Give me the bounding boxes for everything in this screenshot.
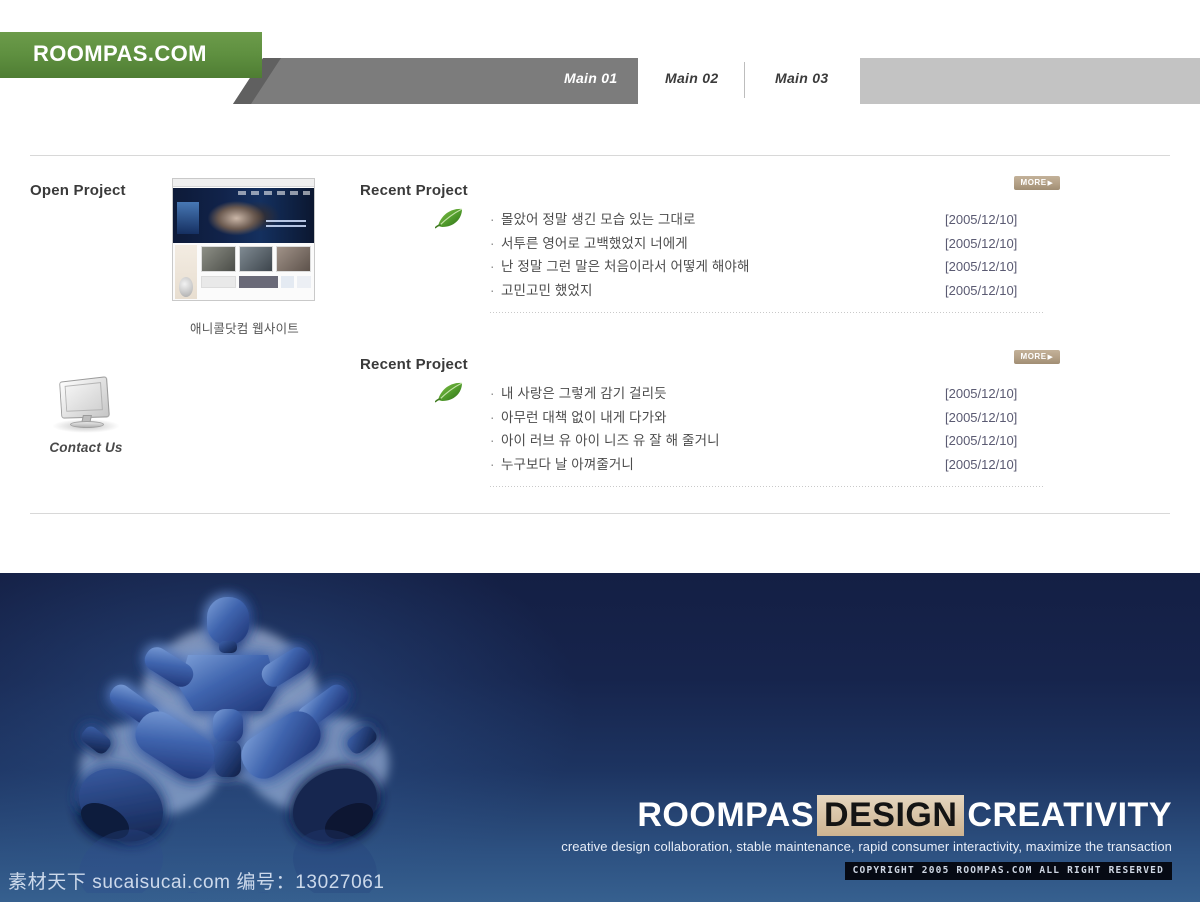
nav-right-block (860, 58, 1200, 104)
monitor-icon-screen (59, 376, 110, 419)
list-item-text: 아이 러브 유 아이 니즈 유 잘 해 줄거니 (501, 433, 720, 448)
list-item-date: [2005/12/10] (945, 456, 1018, 472)
monitor-icon (30, 375, 142, 437)
thumbnail-banner-row (201, 276, 312, 288)
nav-item-main-03[interactable]: Main 03 (775, 70, 828, 86)
section-title: Recent Project (360, 182, 468, 199)
site-header: ROOMPAS.COM Main 01 Main 02 Main 03 (0, 0, 1200, 140)
brand-post: CREATIVITY (967, 796, 1172, 834)
project-list: · 내 사랑은 그렇게 감기 걸리듯 · 아무런 대책 없이 내게 다가와 · 아이 … (490, 382, 920, 476)
bullet: · (490, 235, 495, 251)
bullet: · (490, 433, 495, 448)
list-item-text: 고민고민 했었지 (501, 282, 593, 298)
site-footer: ROOMPAS DESIGN CREATIVITY creative design … (0, 573, 1200, 902)
list-item-text: 서투른 영어로 고백했었지 너에게 (501, 235, 688, 251)
list-item-date: [2005/12/10] (945, 259, 1018, 274)
thumbnail-hero-sidebar (177, 202, 199, 234)
brand-tagline: creative design collaboration, stable ma… (561, 839, 1172, 854)
more-button-label: MORE (1020, 178, 1047, 187)
list-item-text: 난 정말 그런 말은 처음이라서 어떻게 해야해 (501, 259, 750, 274)
more-button-label: MORE (1020, 352, 1047, 361)
list-item[interactable]: · 내 사랑은 그렇게 감기 걸리듯 (490, 382, 920, 406)
thumbnail-banner (201, 276, 236, 288)
divider-bottom (30, 513, 1170, 514)
footer-brand: ROOMPAS DESIGN CREATIVITY creative design … (561, 795, 1172, 880)
thumbnail-phone-image (179, 277, 193, 297)
thumbnail-caption: 애니콜닷컴 웹사이트 (190, 322, 299, 336)
bullet: · (490, 386, 495, 401)
divider-top (30, 155, 1170, 156)
list-item[interactable]: · 서투른 영어로 고백했었지 너에게 (490, 232, 920, 256)
nav-item-main-02[interactable]: Main 02 (665, 70, 718, 86)
more-button[interactable]: MORE▶ (1014, 176, 1060, 190)
list-item-date: [2005/12/10] (945, 282, 1018, 298)
thumbnail-card-row (201, 246, 312, 272)
section-dotted-divider (490, 312, 1045, 313)
thumbnail-banner (297, 276, 312, 288)
nav-divider (744, 62, 745, 98)
list-item[interactable]: · 아무런 대책 없이 내게 다가와 (490, 406, 920, 430)
list-item[interactable]: · 난 정말 그런 말은 처음이라서 어떻게 해야해 (490, 255, 920, 279)
thumbnail-card (276, 246, 312, 272)
more-button-arrow: ▶ (1047, 354, 1054, 361)
contact-us-block[interactable]: Contact Us (30, 375, 142, 455)
bullet: · (490, 212, 495, 227)
list-item-text: 누구보다 날 아껴줄거니 (501, 456, 634, 472)
main-content: Open Project 애니콜닷컴 웹사이트 Contact Us Recen… (0, 140, 1200, 573)
project-date-list: [2005/12/10] [2005/12/10] [2005/12/10] [… (945, 208, 1065, 302)
robot-illustration (55, 583, 415, 893)
list-item[interactable]: · 몰았어 정말 생긴 모습 있는 그대로 (490, 208, 920, 232)
list-item-text: 몰았어 정말 생긴 모습 있는 그대로 (501, 212, 696, 227)
list-item-date: [2005/12/10] (945, 409, 1018, 425)
bullet: · (490, 259, 495, 274)
thumbnail-body (173, 243, 314, 300)
thumbnail-card (238, 246, 274, 272)
thumbnail-hero-nav (238, 191, 310, 195)
project-list: · 몰았어 정말 생긴 모습 있는 그대로 · 서투른 영어로 고백했었지 너에게 … (490, 208, 920, 302)
section-dotted-divider (490, 486, 1045, 487)
list-item[interactable]: · 고민고민 했었지 (490, 279, 920, 303)
contact-us-label: Contact Us (49, 440, 123, 455)
open-project-thumbnail[interactable] (172, 178, 315, 301)
list-item-date: [2005/12/10] (945, 212, 1018, 227)
thumbnail-titlebar (173, 179, 314, 187)
list-item-date: [2005/12/10] (945, 386, 1018, 401)
thumbnail-hero (173, 188, 314, 243)
nav-item-main-01[interactable]: Main 01 (564, 70, 617, 86)
section-title: Recent Project (360, 356, 468, 373)
copyright-notice: COPYRIGHT 2005 ROOMPAS.COM ALL RIGHT RES… (844, 862, 1172, 880)
list-item-text: 아무런 대책 없이 내게 다가와 (501, 409, 667, 425)
more-button[interactable]: MORE▶ (1014, 350, 1060, 364)
project-date-list: [2005/12/10] [2005/12/10] [2005/12/10] [… (945, 382, 1065, 476)
thumbnail-banner (239, 276, 278, 288)
list-item-date: [2005/12/10] (945, 433, 1018, 448)
bullet: · (490, 456, 495, 472)
list-item-date: [2005/12/10] (945, 235, 1018, 251)
open-project-heading: Open Project (30, 182, 126, 199)
thumbnail-card (201, 246, 236, 272)
brand-headline: ROOMPAS DESIGN CREATIVITY (561, 795, 1172, 836)
monitor-icon-base (70, 421, 104, 428)
bullet: · (490, 282, 495, 298)
more-button-arrow: ▶ (1047, 180, 1054, 187)
leaf-icon (435, 207, 465, 229)
bullet: · (490, 409, 495, 425)
list-item[interactable]: · 누구보다 날 아껴줄거니 (490, 453, 920, 477)
list-item[interactable]: · 아이 러브 유 아이 니즈 유 잘 해 줄거니 (490, 429, 920, 453)
page-root: ROOMPAS.COM Main 01 Main 02 Main 03 Open… (0, 0, 1200, 902)
leaf-icon (435, 381, 465, 403)
brand-highlight: DESIGN (817, 795, 965, 836)
site-logo[interactable]: ROOMPAS.COM (33, 41, 207, 67)
brand-pre: ROOMPAS (637, 796, 815, 834)
thumbnail-hero-text (266, 220, 306, 230)
list-item-text: 내 사랑은 그렇게 감기 걸리듯 (501, 386, 667, 401)
thumbnail-banner (280, 276, 295, 288)
